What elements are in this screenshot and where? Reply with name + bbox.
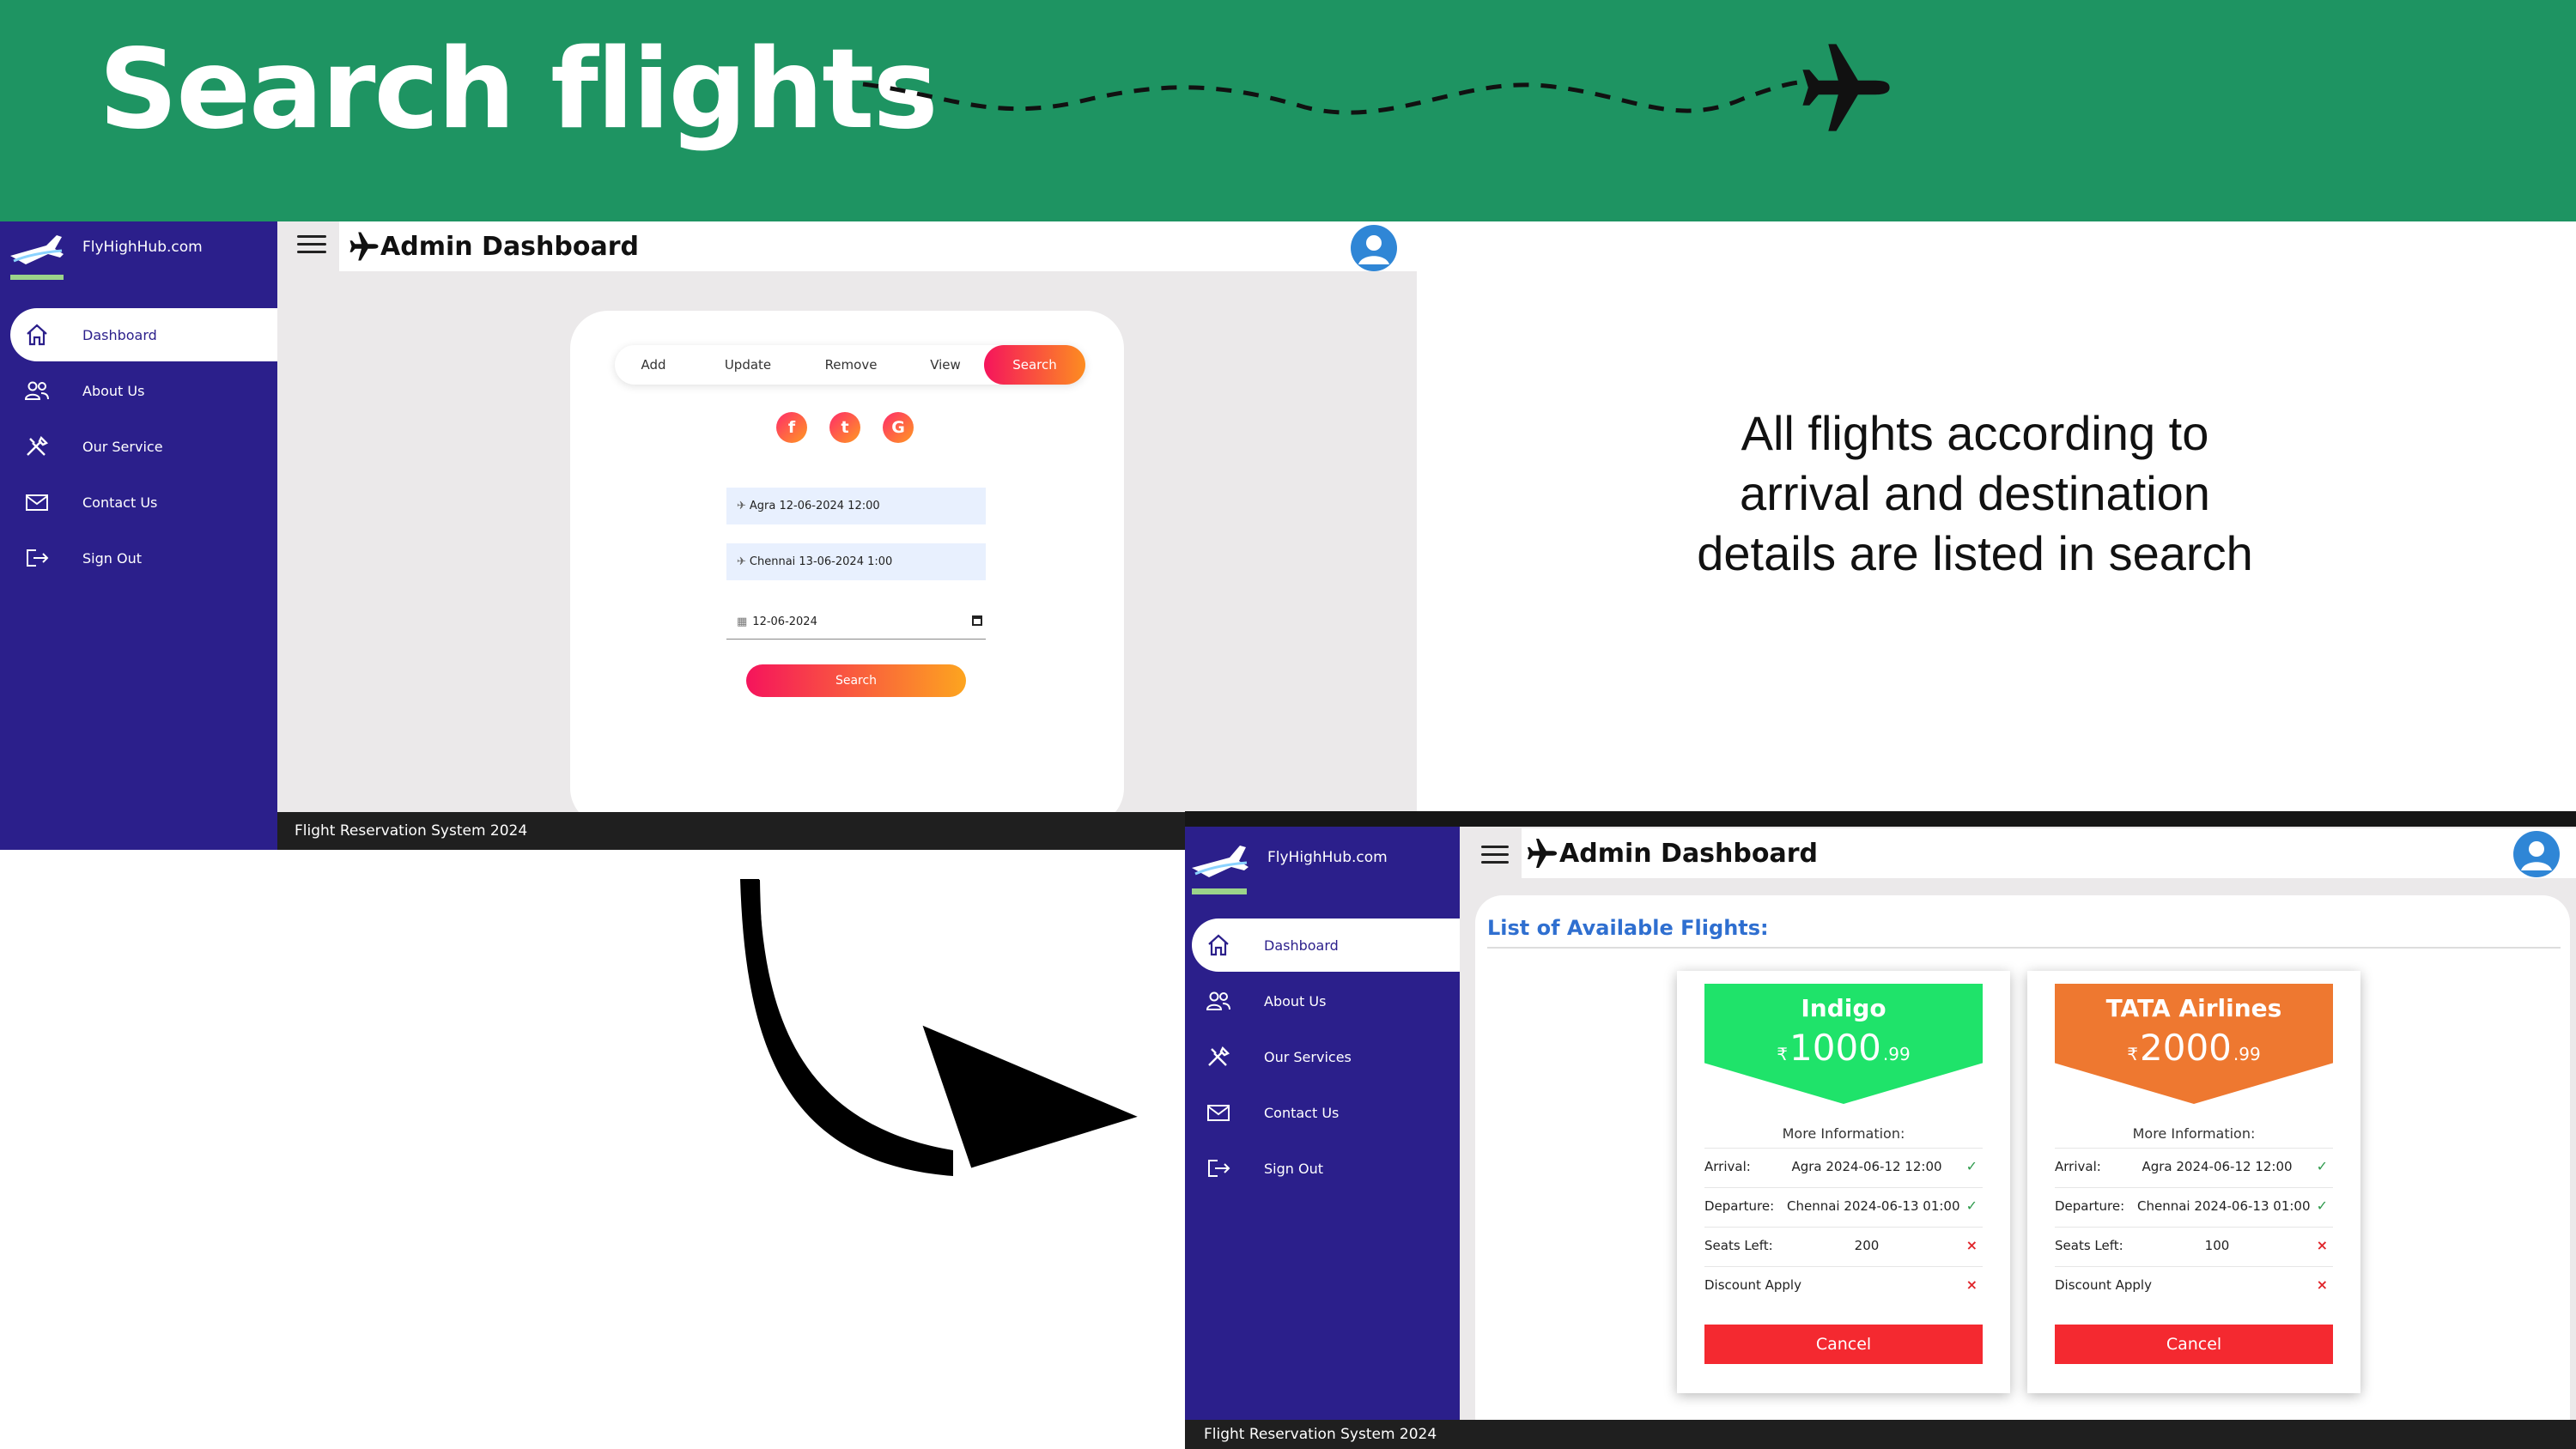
footer: Flight Reservation System 2024 (1185, 1420, 2576, 1449)
airline-name: Indigo (1801, 994, 1886, 1022)
departure-row: Departure: Chennai 2024-06-13 01:00 ✓ (1704, 1187, 1983, 1227)
discount-row: Discount Apply × (2055, 1266, 2333, 1306)
tools-icon (10, 420, 64, 473)
users-icon (1192, 974, 1245, 1028)
departure-field[interactable]: ✈ Chennai 13-06-2024 1:00 (726, 543, 986, 580)
brand: FlyHighHub.com (1190, 837, 1388, 897)
divider (1487, 947, 2561, 949)
cross-icon: × (2316, 1237, 2328, 1253)
user-avatar-icon[interactable] (1351, 225, 1397, 271)
google-icon[interactable]: G (883, 412, 914, 443)
page-title: Admin Dashboard (1559, 838, 1818, 869)
top-bar: Admin Dashboard (339, 221, 1417, 271)
logout-icon (10, 531, 64, 585)
flight-path-decoration (862, 44, 1890, 131)
users-icon (10, 364, 64, 417)
check-icon: ✓ (2316, 1158, 2328, 1174)
hamburger-menu-icon[interactable] (1481, 846, 1509, 864)
sidebar: FlyHighHub.com Dashboard About Us Our Se… (1185, 827, 1460, 1449)
discount-row: Discount Apply × (1704, 1266, 1983, 1306)
flight-card-header: Indigo ₹1000.99 (1704, 984, 1983, 1104)
arrival-value: Agra 12-06-2024 12:00 (749, 500, 880, 512)
price: ₹2000.99 (2127, 1027, 2261, 1069)
tools-icon (1192, 1030, 1245, 1083)
brand-name[interactable]: FlyHighHub.com (1267, 849, 1388, 866)
nav-dashboard[interactable]: Dashboard (10, 308, 277, 361)
nav-contact-us[interactable]: Contact Us (1192, 1086, 1460, 1139)
departure-value: Chennai 13-06-2024 1:00 (749, 555, 893, 568)
tab-view[interactable]: View (907, 345, 984, 385)
airplane-logo-icon (10, 235, 64, 280)
price: ₹1000.99 (1777, 1027, 1911, 1069)
flights-panel: List of Available Flights: Indigo ₹1000.… (1475, 895, 2570, 1445)
airplane-icon (349, 232, 379, 261)
seats-row: Seats Left: 200 × (1704, 1227, 1983, 1266)
nav-sign-out[interactable]: Sign Out (1192, 1142, 1460, 1195)
more-information-label: More Information: (1782, 1125, 1905, 1142)
airplane-icon (1527, 838, 1558, 869)
seats-row: Seats Left: 100 × (2055, 1227, 2333, 1266)
airplane-logo-icon (1192, 846, 1249, 894)
twitter-icon[interactable]: t (829, 412, 860, 443)
brand-name[interactable]: FlyHighHub.com (82, 239, 203, 256)
tab-update[interactable]: Update (701, 345, 795, 385)
cross-icon: × (1965, 1276, 1978, 1293)
airline-name: TATA Airlines (2105, 994, 2282, 1022)
page-title: Admin Dashboard (380, 231, 639, 262)
tab-search[interactable]: Search (984, 345, 1085, 385)
check-icon: ✓ (1965, 1197, 1978, 1214)
landing-icon: ✈ (737, 555, 746, 568)
flight-card: TATA Airlines ₹2000.99 More Information:… (2027, 971, 2360, 1393)
mail-icon (10, 476, 64, 529)
takeoff-icon: ✈ (737, 500, 746, 512)
top-bar: Admin Dashboard (1522, 828, 2576, 878)
check-icon: ✓ (1965, 1158, 1978, 1174)
nav-about-us[interactable]: About Us (1192, 974, 1460, 1028)
home-icon (10, 308, 64, 361)
tab-add[interactable]: Add (615, 345, 692, 385)
departure-row: Departure: Chennai 2024-06-13 01:00 ✓ (2055, 1187, 2333, 1227)
calendar-icon: ▦ (737, 615, 748, 628)
nav-about-us[interactable]: About Us (10, 364, 277, 417)
date-field[interactable]: ▦ 12-06-2024 (726, 605, 986, 640)
action-tabs: Add Update Remove View Search (615, 345, 1085, 385)
nav-contact-us[interactable]: Contact Us (10, 476, 277, 529)
more-information-label: More Information: (2132, 1125, 2256, 1142)
facebook-icon[interactable]: f (776, 412, 807, 443)
search-screen: FlyHighHub.com Dashboard About Us Our Se… (0, 221, 1417, 850)
sidebar: FlyHighHub.com Dashboard About Us Our Se… (0, 221, 277, 850)
mail-icon (1192, 1086, 1245, 1139)
cross-icon: × (1965, 1237, 1978, 1253)
arrival-field[interactable]: ✈ Agra 12-06-2024 12:00 (726, 488, 986, 524)
list-title: List of Available Flights: (1487, 916, 1769, 940)
curved-arrow-icon (740, 879, 1138, 1176)
date-value: 12-06-2024 (752, 615, 817, 628)
search-button[interactable]: Search (746, 664, 966, 697)
nav-our-service[interactable]: Our Service (10, 420, 277, 473)
home-icon (1192, 919, 1245, 972)
check-icon: ✓ (2316, 1197, 2328, 1214)
cancel-button[interactable]: Cancel (2055, 1325, 2333, 1364)
title-banner: Search flights (0, 0, 2576, 221)
airplane-icon (1802, 44, 1890, 131)
brand: FlyHighHub.com (9, 228, 203, 280)
hamburger-menu-icon[interactable] (297, 235, 326, 253)
nav-dashboard[interactable]: Dashboard (1192, 919, 1460, 972)
flight-card: Indigo ₹1000.99 More Information: Arriva… (1677, 971, 2010, 1393)
nav-our-services[interactable]: Our Services (1192, 1030, 1460, 1083)
search-card: Add Update Remove View Search f t G ✈ Ag… (570, 311, 1124, 826)
tab-remove[interactable]: Remove (804, 345, 898, 385)
arrival-row: Arrival: Agra 2024-06-12 12:00 ✓ (2055, 1148, 2333, 1187)
results-screen: FlyHighHub.com Dashboard About Us Our Se… (1185, 811, 2576, 1449)
logout-icon (1192, 1142, 1245, 1195)
user-avatar-icon[interactable] (2513, 831, 2560, 877)
cross-icon: × (2316, 1276, 2328, 1293)
date-picker-icon[interactable] (972, 615, 982, 626)
nav-sign-out[interactable]: Sign Out (10, 531, 277, 585)
window-strip (1185, 811, 2576, 827)
cancel-button[interactable]: Cancel (1704, 1325, 1983, 1364)
flight-card-header: TATA Airlines ₹2000.99 (2055, 984, 2333, 1104)
description-text: All flights according to arrival and des… (1697, 406, 2253, 580)
arrival-row: Arrival: Agra 2024-06-12 12:00 ✓ (1704, 1148, 1983, 1187)
